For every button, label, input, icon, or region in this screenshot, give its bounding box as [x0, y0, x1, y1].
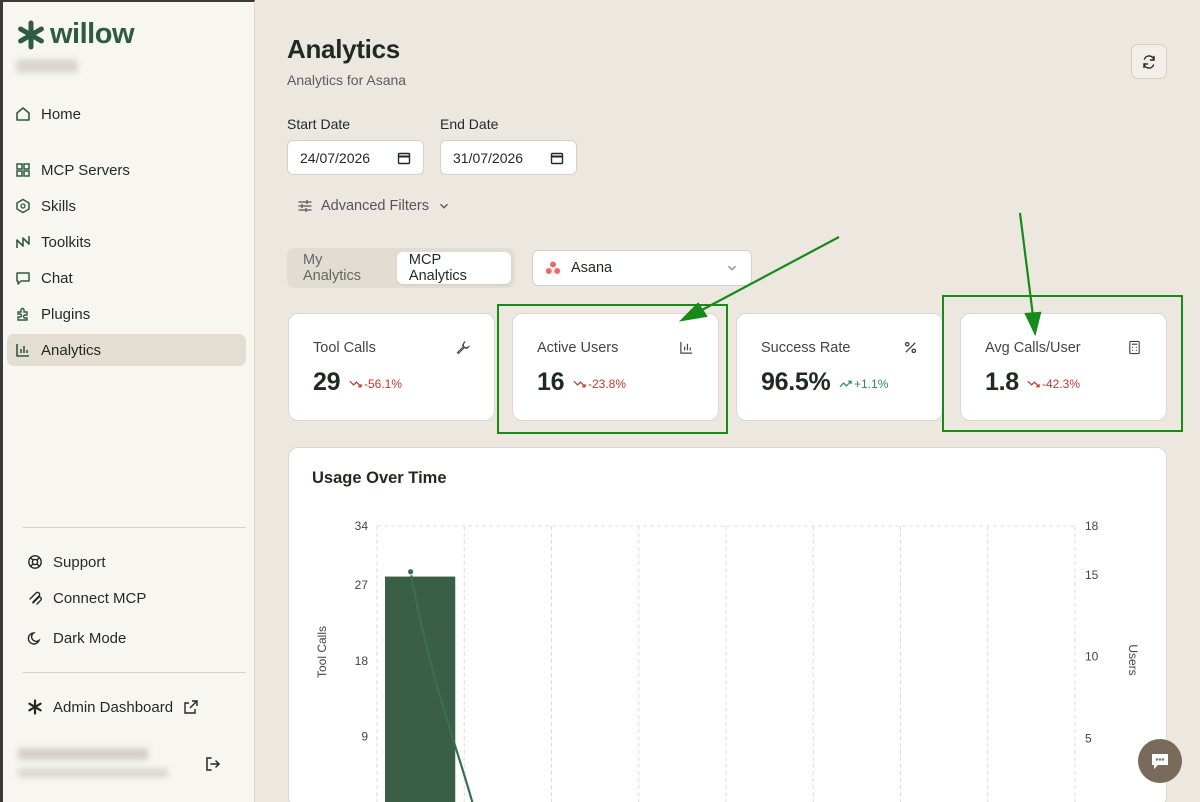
hexagon-icon — [16, 198, 30, 214]
chart-y2-tick-label: 5 — [1085, 731, 1092, 745]
external-link-icon — [184, 700, 198, 714]
start-date-input[interactable]: 24/07/2026 — [287, 140, 424, 175]
highlight-box-active-users — [497, 304, 728, 434]
chart-y-tick-label: 27 — [355, 578, 369, 592]
moon-icon — [27, 632, 41, 645]
calendar-icon — [550, 152, 564, 164]
support-link[interactable]: Support — [19, 548, 106, 576]
percent-icon — [904, 341, 917, 354]
tool-calls-delta-value: -56.1% — [364, 377, 403, 391]
page-subtitle: Analytics for Asana — [287, 72, 407, 88]
success-rate-value: 96.5% — [761, 368, 831, 396]
start-date-value: 24/07/2026 — [300, 149, 371, 166]
chart-bar — [385, 576, 456, 802]
chat-icon — [16, 272, 30, 285]
usage-over-time-chart: 34 27 18 9 18 15 10 5 Tool Calls Users — [315, 519, 1140, 802]
chart-y-tick-label: 34 — [355, 519, 369, 533]
tool-calls-card: Tool Calls 29 -56.1% — [288, 313, 495, 421]
nav-toolkits-label: Toolkits — [41, 233, 92, 251]
end-date-value: 31/07/2026 — [453, 149, 524, 166]
success-rate-label: Success Rate — [761, 340, 851, 356]
sidebar-divider — [23, 527, 246, 528]
calendar-icon — [397, 152, 411, 164]
nav-home-label: Home — [41, 105, 82, 123]
tool-calls-delta: -56.1% — [349, 377, 402, 391]
servers-icon — [16, 163, 30, 177]
chart-y-axis-label: Tool Calls — [315, 626, 329, 678]
brand-name: willow — [50, 18, 135, 50]
advanced-filters-label: Advanced Filters — [321, 198, 429, 214]
chart-y-tick-label: 9 — [361, 730, 368, 744]
tab-my-analytics[interactable]: My Analytics — [291, 252, 393, 284]
tab-mcp-analytics[interactable]: MCP Analytics — [396, 252, 511, 284]
lifebuoy-icon — [28, 555, 42, 569]
nav-home[interactable]: Home — [7, 98, 246, 130]
connect-mcp-link[interactable]: Connect MCP — [19, 584, 146, 612]
highlight-box-avg-calls — [942, 295, 1183, 432]
nav-mcp-servers-label: MCP Servers — [41, 161, 130, 179]
nav-analytics[interactable]: Analytics — [7, 334, 246, 366]
connect-mcp-label: Connect MCP — [53, 589, 147, 607]
nav-mcp-servers[interactable]: MCP Servers — [7, 154, 246, 186]
end-date-input[interactable]: 31/07/2026 — [440, 140, 577, 175]
analytics-tabs: My Analytics MCP Analytics — [287, 248, 515, 288]
chevron-down-icon — [728, 265, 736, 271]
chart-y2-tick-label: 18 — [1085, 519, 1099, 533]
nav-toolkits[interactable]: Toolkits — [7, 226, 246, 258]
chart-y-tick-label: 18 — [355, 654, 369, 668]
home-icon — [16, 107, 30, 121]
nav-skills-label: Skills — [41, 197, 77, 215]
chat-bubble-icon — [1152, 754, 1168, 769]
end-date-label: End Date — [440, 116, 499, 132]
willow-small-icon — [28, 699, 42, 715]
chart-y2-axis-label: Users — [1126, 644, 1140, 675]
link-icon — [29, 591, 42, 605]
sliders-icon — [298, 199, 312, 213]
advanced-filters-toggle[interactable]: Advanced Filters — [297, 198, 451, 214]
trend-down-icon — [349, 380, 362, 388]
tool-calls-label: Tool Calls — [313, 340, 376, 356]
server-select[interactable]: Asana — [532, 250, 752, 286]
willow-logo-icon — [18, 20, 44, 49]
start-date-label: Start Date — [287, 116, 351, 132]
nav-plugins-label: Plugins — [41, 305, 91, 323]
nav-plugins[interactable]: Plugins — [7, 298, 246, 330]
user-email-redacted — [18, 768, 168, 778]
chart-users-point — [406, 567, 415, 576]
toolkit-icon — [16, 236, 30, 248]
success-rate-delta: +1.1% — [839, 377, 888, 391]
page-title: Analytics — [287, 34, 400, 64]
nav-skills[interactable]: Skills — [7, 190, 246, 222]
dark-mode-label: Dark Mode — [53, 629, 127, 647]
success-rate-card: Success Rate 96.5% +1.1% — [736, 313, 943, 421]
tool-calls-value: 29 — [313, 368, 341, 396]
chat-support-button[interactable] — [1138, 739, 1182, 783]
asana-icon — [545, 261, 561, 274]
refresh-button[interactable] — [1131, 44, 1167, 79]
brand-logo[interactable]: willow — [16, 18, 135, 51]
puzzle-icon — [17, 307, 28, 321]
nav-chat-label: Chat — [41, 269, 73, 287]
logout-icon[interactable] — [204, 755, 222, 773]
user-name-redacted — [18, 748, 148, 760]
nav-analytics-label: Analytics — [41, 341, 102, 359]
chart-y2-tick-label: 10 — [1085, 650, 1099, 664]
sidebar-divider-2 — [23, 672, 246, 673]
dark-mode-toggle[interactable]: Dark Mode — [19, 624, 126, 652]
bar-chart-icon — [16, 344, 29, 357]
refresh-icon — [1143, 54, 1155, 69]
admin-dashboard-link[interactable]: Admin Dashboard — [19, 693, 199, 721]
success-rate-delta-value: +1.1% — [854, 377, 889, 391]
trend-up-icon — [839, 380, 852, 388]
admin-dashboard-label: Admin Dashboard — [53, 698, 174, 716]
wrench-icon — [456, 341, 470, 355]
chart-y2-tick-label: 15 — [1085, 568, 1099, 582]
nav-chat[interactable]: Chat — [7, 262, 246, 294]
server-select-value: Asana — [571, 260, 613, 276]
org-name-redacted — [16, 59, 78, 73]
chevron-down-icon — [440, 203, 448, 209]
support-label: Support — [53, 553, 106, 571]
